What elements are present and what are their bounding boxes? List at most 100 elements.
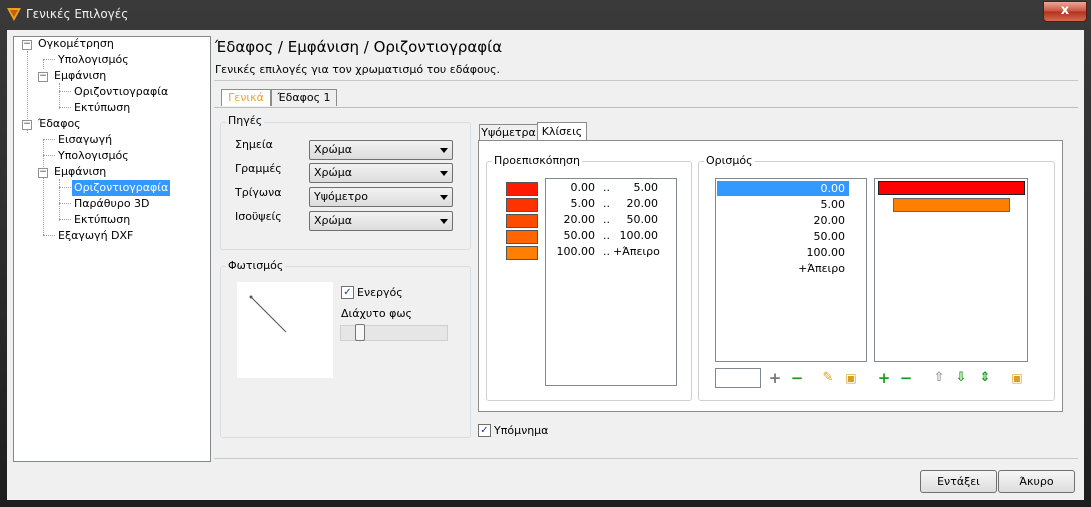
tab-ground-1[interactable]: Έδαφος 1	[271, 89, 337, 106]
page-subtitle: Γενικές επιλογές για τον χρωματισμό του …	[215, 63, 501, 76]
range-to: 20.00	[626, 197, 659, 210]
legend-label: Υπόμνημα	[494, 424, 549, 437]
breakpoint-item[interactable]: 50.00	[717, 229, 849, 244]
tree-item-volume[interactable]: Ογκομέτρηση	[38, 36, 114, 52]
folder-open-icon[interactable]: ▣	[843, 370, 859, 386]
tree-item-ground-print[interactable]: Εκτύπωση	[74, 212, 130, 228]
breakpoint-item[interactable]: 5.00	[717, 197, 849, 212]
tree-item-dxf-export[interactable]: Εξαγωγή DXF	[58, 228, 133, 244]
folder-open-icon[interactable]: ▣	[1009, 370, 1025, 386]
tree-item-volume-display[interactable]: Εμφάνιση	[54, 68, 106, 84]
range-to: +Άπειρο	[613, 245, 660, 258]
tree-item-ground-display[interactable]: Εμφάνιση	[54, 164, 106, 180]
tree-line	[43, 139, 44, 235]
range-from: 0.00	[570, 181, 596, 194]
tree-item-ground[interactable]: Έδαφος	[38, 116, 81, 132]
range-separator: ..	[603, 181, 610, 194]
footer-divider	[214, 458, 1078, 459]
triangles-select[interactable]: Υψόμετρο	[309, 187, 453, 207]
sources-group-title: Πηγές	[226, 114, 265, 127]
tree-line	[43, 155, 55, 156]
add-color-icon[interactable]: +	[876, 370, 892, 386]
collapse-icon[interactable]: −	[38, 168, 48, 178]
tree-line	[43, 139, 55, 140]
options-window: Γενικές Επιλογές x − Ογκομέτρηση Υπολογι…	[0, 0, 1091, 507]
range-to: 100.00	[619, 229, 659, 242]
points-select[interactable]: Χρώμα	[309, 140, 453, 160]
cancel-button[interactable]: Άκυρο	[998, 470, 1075, 493]
add-gray-icon[interactable]: +	[767, 370, 783, 386]
legend-checkbox[interactable]: ✓	[478, 424, 491, 437]
breakpoint-item[interactable]: +Άπειρο	[717, 261, 849, 276]
chevron-down-icon	[440, 219, 448, 224]
range-separator: ..	[603, 197, 610, 210]
app-logo-icon	[7, 8, 21, 21]
lighting-active-label: Ενεργός	[357, 286, 403, 299]
light-direction-preview[interactable]	[237, 282, 333, 378]
contours-select[interactable]: Χρώμα	[309, 211, 453, 231]
breakpoint-item[interactable]: 100.00	[717, 245, 849, 260]
breakpoint-item[interactable]: 20.00	[717, 213, 849, 228]
ok-button[interactable]: Εντάξει	[920, 470, 997, 493]
breakpoint-input[interactable]	[715, 368, 761, 388]
options-tree[interactable]: − Ογκομέτρηση Υπολογισμός − Εμφάνιση Ορι…	[13, 36, 211, 462]
color-swatch	[506, 198, 538, 212]
triangles-select-value: Υψόμετρο	[314, 190, 368, 203]
slider-thumb[interactable]	[355, 324, 365, 341]
tab-strip-line	[214, 107, 1078, 108]
tree-item-volume-plan[interactable]: Οριζοντιογραφία	[74, 84, 168, 100]
move-up-icon[interactable]: ⇧	[931, 370, 947, 386]
contours-label: Ισοϋψείς	[235, 210, 282, 223]
collapse-icon[interactable]: −	[22, 120, 32, 130]
color-swatch	[506, 230, 538, 244]
tab-elevations[interactable]: Υψόμετρα	[479, 124, 538, 141]
tab-general[interactable]: Γενικά	[221, 89, 271, 106]
tree-line	[43, 235, 55, 236]
tree-item-ground-calculation[interactable]: Υπολογισμός	[58, 148, 129, 164]
tree-line	[59, 91, 71, 92]
tree-line	[59, 107, 71, 108]
tree-item-ground-plan[interactable]: Οριζοντιογραφία	[72, 180, 171, 196]
tree-item-volume-print[interactable]: Εκτύπωση	[74, 100, 130, 116]
lighting-active-checkbox[interactable]: ✓	[341, 286, 354, 299]
tree-item-ground-import[interactable]: Εισαγωγή	[58, 132, 112, 148]
lines-label: Γραμμές	[235, 162, 282, 175]
remove-icon[interactable]: −	[789, 370, 805, 386]
tab-slopes[interactable]: Κλίσεις	[537, 122, 587, 141]
chevron-down-icon	[440, 195, 448, 200]
diffuse-light-label: Διάχυτο φως	[341, 307, 412, 320]
color-swatch	[506, 246, 538, 260]
swap-icon[interactable]: ⇕	[977, 370, 993, 386]
tree-line	[59, 187, 71, 188]
color-swatch	[506, 214, 538, 228]
tree-item-ground-3d-window[interactable]: Παράθυρο 3D	[74, 196, 150, 212]
color-swatch	[506, 182, 538, 196]
points-label: Σημεία	[235, 138, 273, 151]
page-title: Έδαφος / Εμφάνιση / Οριζοντιογραφία	[215, 38, 503, 56]
definition-group-title: Ορισμός	[704, 154, 755, 167]
move-down-icon[interactable]: ⇩	[953, 370, 969, 386]
points-select-value: Χρώμα	[314, 143, 352, 156]
close-button[interactable]: x	[1043, 1, 1087, 22]
tree-item-volume-calculation[interactable]: Υπολογισμός	[58, 52, 129, 68]
remove-color-icon[interactable]: −	[898, 370, 914, 386]
range-separator: ..	[603, 213, 610, 226]
tree-line	[43, 59, 44, 69]
breakpoint-item-selected[interactable]: 0.00	[717, 181, 849, 196]
range-to: 50.00	[626, 213, 659, 226]
collapse-icon[interactable]: −	[38, 72, 48, 82]
title-bar[interactable]: Γενικές Επιλογές x	[0, 0, 1091, 28]
edit-icon[interactable]: ✎	[820, 370, 836, 386]
contours-select-value: Χρώμα	[314, 214, 352, 227]
color-bar[interactable]	[878, 181, 1025, 195]
range-separator: ..	[603, 245, 610, 258]
color-bar[interactable]	[893, 198, 1010, 212]
tree-line	[59, 219, 71, 220]
lines-select[interactable]: Χρώμα	[309, 163, 453, 183]
diffuse-light-slider[interactable]	[340, 324, 448, 341]
dialog-body: − Ογκομέτρηση Υπολογισμός − Εμφάνιση Ορι…	[7, 30, 1084, 500]
collapse-icon[interactable]: −	[22, 40, 32, 50]
tree-line	[59, 83, 60, 109]
tree-line	[43, 59, 55, 60]
preview-group-title: Προεπισκόπηση	[492, 154, 582, 167]
